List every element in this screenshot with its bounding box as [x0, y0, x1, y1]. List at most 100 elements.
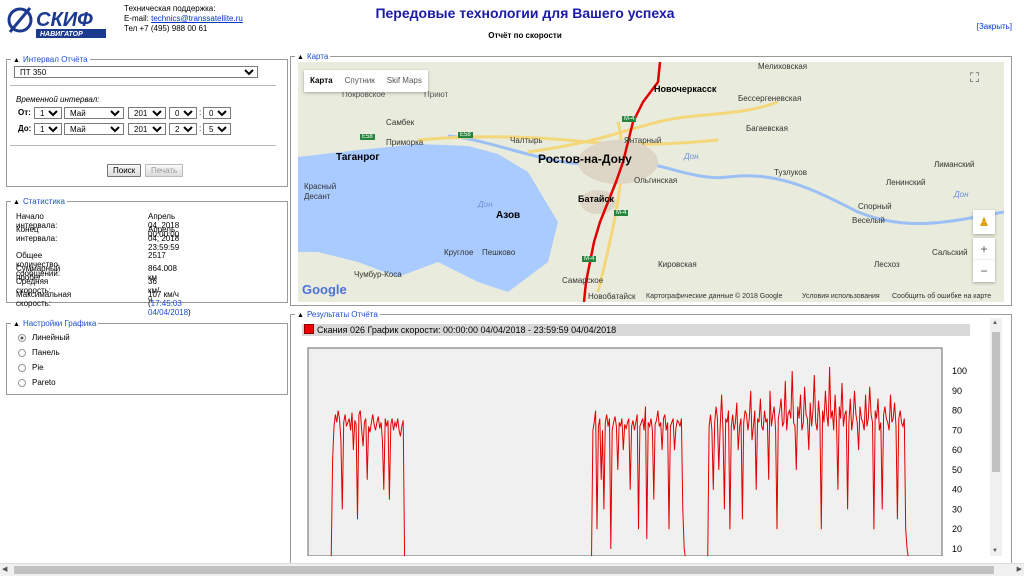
map-label: Ольгинская: [634, 176, 678, 185]
speed-chart: 10 20 30 40 50 60 70 80 90 100: [307, 347, 967, 556]
river-label: Дон: [684, 152, 699, 161]
search-button[interactable]: Поиск: [107, 164, 142, 177]
map-label: Янтарный: [624, 136, 662, 145]
radio-label: Pareto: [32, 378, 56, 387]
from-month-select[interactable]: Май: [64, 107, 124, 119]
google-logo: Google: [302, 282, 347, 297]
map-label: Самбек: [386, 118, 415, 127]
map-canvas[interactable]: ⛶ Новочеркасск Мелиховская Бессергеневск…: [298, 62, 1004, 302]
radio-label: Pie: [32, 363, 44, 372]
fullscreen-icon: ⛶: [969, 70, 980, 85]
map-label: Круглое: [444, 248, 474, 257]
stat-label: Конец интервала:: [16, 225, 58, 243]
divider: [10, 85, 276, 86]
collapse-triangle-icon[interactable]: ▲: [297, 54, 304, 61]
to-hour-select[interactable]: 23: [169, 123, 197, 135]
map-label: Ленинский: [886, 178, 926, 187]
results-legend-label: Результаты Отчёта: [306, 310, 378, 319]
chart-type-linear[interactable]: Линейный: [18, 333, 70, 342]
scroll-up-icon[interactable]: ▲: [992, 320, 998, 326]
radio-icon[interactable]: [18, 363, 26, 372]
map-label: Кировская: [658, 260, 697, 269]
y-tick-label: 10: [952, 544, 962, 554]
to-minute-select[interactable]: 59: [203, 123, 231, 135]
chart-vertical-scrollbar[interactable]: ▲ ▼: [990, 318, 1002, 556]
scroll-down-icon[interactable]: ▼: [992, 548, 998, 554]
map-label: Батайск: [578, 194, 614, 204]
road-badge: E58: [458, 132, 473, 138]
chart-title: Скания 026 График скорости: 00:00:00 04/…: [317, 325, 617, 335]
collapse-triangle-icon[interactable]: ▲: [13, 321, 20, 328]
close-link[interactable]: [Закрыть]: [977, 22, 1012, 31]
map-label: Ростов-на-Дону: [538, 152, 632, 166]
pegman-icon[interactable]: ♟: [973, 210, 995, 234]
from-hour-select[interactable]: 00: [169, 107, 197, 119]
statistics-legend[interactable]: ▲ Статистика: [11, 197, 67, 206]
zoom-out-button[interactable]: −: [973, 260, 995, 282]
radio-icon[interactable]: [18, 348, 26, 357]
y-tick-label: 80: [952, 406, 962, 416]
tab-map[interactable]: Карта: [304, 70, 339, 92]
map-label: Лиманский: [934, 160, 975, 169]
map-label: Сальский: [932, 248, 968, 257]
chart-type-panel[interactable]: Панель: [18, 348, 60, 357]
y-tick-label: 50: [952, 465, 962, 475]
max-speed-time-link[interactable]: 17:45:03 04/04/2018: [148, 299, 188, 317]
map-label: Примоpка: [386, 138, 424, 147]
y-tick-label: 30: [952, 504, 962, 514]
road-badge: E58: [360, 134, 375, 140]
chart-type-pie[interactable]: Pie: [18, 363, 44, 372]
map-label: Самарское: [562, 276, 604, 285]
series-swatch-icon: [304, 324, 314, 334]
river-label: Дон: [954, 190, 969, 199]
stat-value-max: 107 км/ч (17:45:03 04/04/2018): [148, 290, 191, 317]
collapse-triangle-icon[interactable]: ▲: [13, 57, 20, 64]
y-tick-label: 40: [952, 485, 962, 495]
map-label: Мелиховская: [758, 62, 808, 71]
tab-skif-maps[interactable]: Skif Maps: [381, 70, 428, 92]
to-day-select[interactable]: 10: [34, 123, 62, 135]
h-scroll-thumb[interactable]: [14, 566, 994, 574]
road-badge: M-4: [622, 116, 637, 122]
map-label: Багаевская: [746, 124, 788, 133]
stat-value: Апрель 04, 2018 23:59:59: [148, 225, 180, 252]
from-minute-select[interactable]: 00: [203, 107, 231, 119]
max-speed-value: 107 км/ч: [148, 290, 179, 299]
map-attribution: Картографические данные © 2018 Google: [646, 293, 783, 300]
zoom-in-button[interactable]: +: [973, 238, 995, 260]
map-label: Таганрог: [336, 152, 380, 163]
collapse-triangle-icon[interactable]: ▲: [297, 312, 304, 319]
chart-type-pareto[interactable]: Pareto: [18, 378, 56, 387]
radio-icon[interactable]: [18, 378, 26, 387]
y-tick-label: 90: [952, 386, 962, 396]
chart-title-bar: Скания 026 График скорости: 00:00:00 04/…: [302, 324, 970, 336]
divider: [10, 145, 276, 146]
chart-settings-legend[interactable]: ▲ Настройки Графика: [11, 319, 98, 328]
map-label: Веселый: [852, 216, 885, 225]
results-legend[interactable]: ▲ Результаты Отчёта: [295, 310, 380, 319]
from-year-select[interactable]: 2015: [128, 107, 166, 119]
page-horizontal-scrollbar[interactable]: ◀ ▶: [0, 563, 1024, 576]
scroll-thumb[interactable]: [992, 332, 1000, 472]
vehicle-select[interactable]: ПТ 350: [14, 66, 258, 78]
print-button[interactable]: Печать: [145, 164, 184, 177]
collapse-triangle-icon[interactable]: ▲: [13, 199, 20, 206]
stat-label: Максимальная скорость:: [16, 290, 72, 308]
radio-checked-icon[interactable]: [18, 333, 26, 342]
map-terms-link[interactable]: Условия использования: [802, 293, 880, 300]
to-month-select[interactable]: Май: [64, 123, 124, 135]
map-legend[interactable]: ▲ Карта: [295, 52, 330, 61]
interval-legend[interactable]: ▲ Интервал Отчёта: [11, 55, 90, 64]
tab-satellite[interactable]: Спутник: [339, 70, 381, 92]
scroll-left-icon[interactable]: ◀: [2, 565, 7, 573]
map-type-tabs: Карта Спутник Skif Maps: [304, 70, 428, 92]
road-badge: M-4: [582, 256, 597, 262]
y-tick-label: 100: [952, 366, 967, 376]
to-year-select[interactable]: 2015: [128, 123, 166, 135]
map-label: Бессергеневская: [738, 94, 802, 103]
scroll-right-icon[interactable]: ▶: [1017, 565, 1022, 573]
map-legend-label: Карта: [306, 52, 329, 61]
from-day-select[interactable]: 10: [34, 107, 62, 119]
map-report-link[interactable]: Сообщить об ошибке на карте: [892, 293, 991, 300]
y-tick-label: 60: [952, 445, 962, 455]
